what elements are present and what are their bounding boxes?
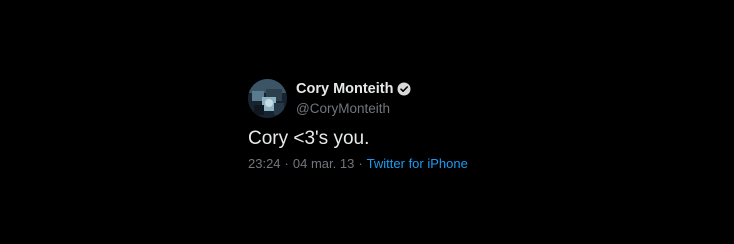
meta-separator: · [284, 156, 289, 171]
avatar-image [248, 78, 287, 118]
tweet-source-link[interactable]: Twitter for iPhone [367, 156, 468, 171]
user-names: Cory Monteith @CoryMonteith [296, 80, 411, 116]
tweet-meta: 23:24 · 04 mar. 13 · Twitter for iPhone [248, 156, 508, 171]
avatar[interactable] [248, 78, 287, 118]
user-handle[interactable]: @CoryMonteith [296, 101, 411, 116]
tweet-header: Cory Monteith @CoryMonteith [248, 78, 508, 118]
meta-separator: · [358, 156, 363, 171]
tweet-time[interactable]: 23:24 [248, 156, 281, 171]
tweet-date[interactable]: 04 mar. 13 [293, 156, 354, 171]
tweet-card: Cory Monteith @CoryMonteith Cory <3's yo… [248, 78, 508, 171]
tweet-text: Cory <3's you. [248, 128, 370, 149]
name-row: Cory Monteith [296, 80, 411, 98]
display-name[interactable]: Cory Monteith [296, 81, 393, 97]
verified-badge-icon [397, 82, 411, 96]
